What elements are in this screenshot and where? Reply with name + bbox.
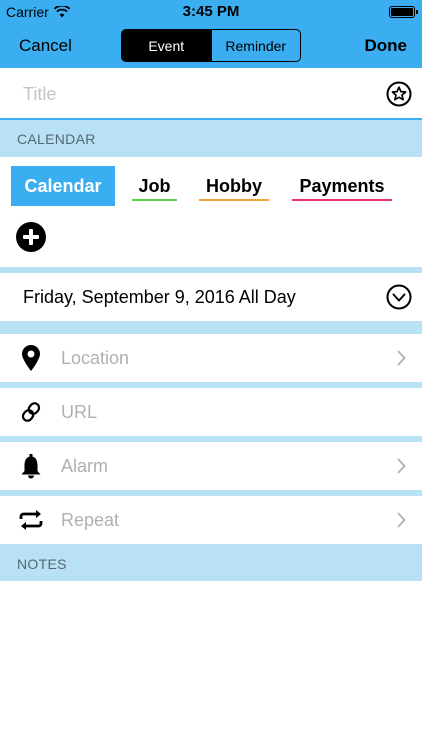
calendar-section-label: CALENDAR bbox=[17, 131, 96, 147]
calendar-chip-hobby[interactable]: Hobby bbox=[199, 166, 269, 206]
location-pin-icon bbox=[22, 345, 40, 371]
cancel-button[interactable]: Cancel bbox=[19, 36, 72, 56]
calendar-selector: Calendar Job Hobby Payments bbox=[0, 157, 422, 267]
url-input[interactable]: URL bbox=[61, 402, 97, 423]
calendar-chip-label: Hobby bbox=[206, 175, 262, 196]
link-icon bbox=[21, 402, 41, 422]
location-row[interactable]: Location bbox=[0, 334, 422, 382]
chevron-right-icon bbox=[397, 350, 406, 366]
calendar-section-header: CALENDAR bbox=[0, 120, 422, 157]
battery-icon bbox=[389, 6, 418, 18]
done-button[interactable]: Done bbox=[365, 36, 408, 56]
repeat-icon bbox=[19, 510, 43, 530]
notes-input[interactable] bbox=[0, 581, 422, 750]
chevron-right-icon bbox=[397, 458, 406, 474]
clock: 3:45 PM bbox=[182, 3, 240, 20]
calendar-chip-label: Calendar bbox=[24, 175, 102, 196]
title-input[interactable]: Title bbox=[23, 84, 56, 105]
segment-reminder[interactable]: Reminder bbox=[210, 30, 301, 61]
location-input[interactable]: Location bbox=[61, 348, 129, 369]
repeat-input[interactable]: Repeat bbox=[61, 510, 119, 531]
calendar-color-underline bbox=[292, 199, 392, 201]
chevron-right-icon bbox=[397, 512, 406, 528]
star-circle-icon[interactable] bbox=[386, 81, 412, 107]
chevron-down-circle-icon[interactable] bbox=[386, 284, 412, 310]
status-bar: Carrier 3:45 PM bbox=[0, 0, 422, 24]
bell-icon bbox=[21, 454, 41, 479]
repeat-row[interactable]: Repeat bbox=[0, 496, 422, 544]
calendar-chip-job[interactable]: Job bbox=[132, 166, 177, 206]
calendar-chip-calendar[interactable]: Calendar bbox=[11, 166, 115, 206]
date-label: Friday, September 9, 2016 All Day bbox=[23, 287, 296, 307]
calendar-color-underline bbox=[132, 199, 177, 201]
alarm-row[interactable]: Alarm bbox=[0, 442, 422, 490]
battery-level bbox=[391, 8, 413, 16]
calendar-chip-payments[interactable]: Payments bbox=[292, 166, 392, 206]
date-row[interactable]: Friday, September 9, 2016 All Day bbox=[0, 273, 422, 321]
divider bbox=[0, 321, 422, 334]
calendar-color-underline bbox=[199, 199, 269, 201]
notes-section-label: NOTES bbox=[17, 556, 67, 572]
calendar-chip-label: Job bbox=[138, 175, 171, 196]
alarm-input[interactable]: Alarm bbox=[61, 456, 108, 477]
calendar-chip-label: Payments bbox=[299, 175, 385, 196]
segment-event[interactable]: Event bbox=[122, 30, 211, 61]
event-type-segmented-control: Event Reminder bbox=[121, 29, 301, 62]
notes-section-header: NOTES bbox=[0, 544, 422, 581]
navigation-bar: Carrier 3:45 PM Cancel Event Reminder Do… bbox=[0, 0, 422, 68]
url-row[interactable]: URL bbox=[0, 388, 422, 436]
title-row: Title bbox=[0, 68, 422, 120]
plus-circle-icon[interactable] bbox=[16, 222, 46, 252]
